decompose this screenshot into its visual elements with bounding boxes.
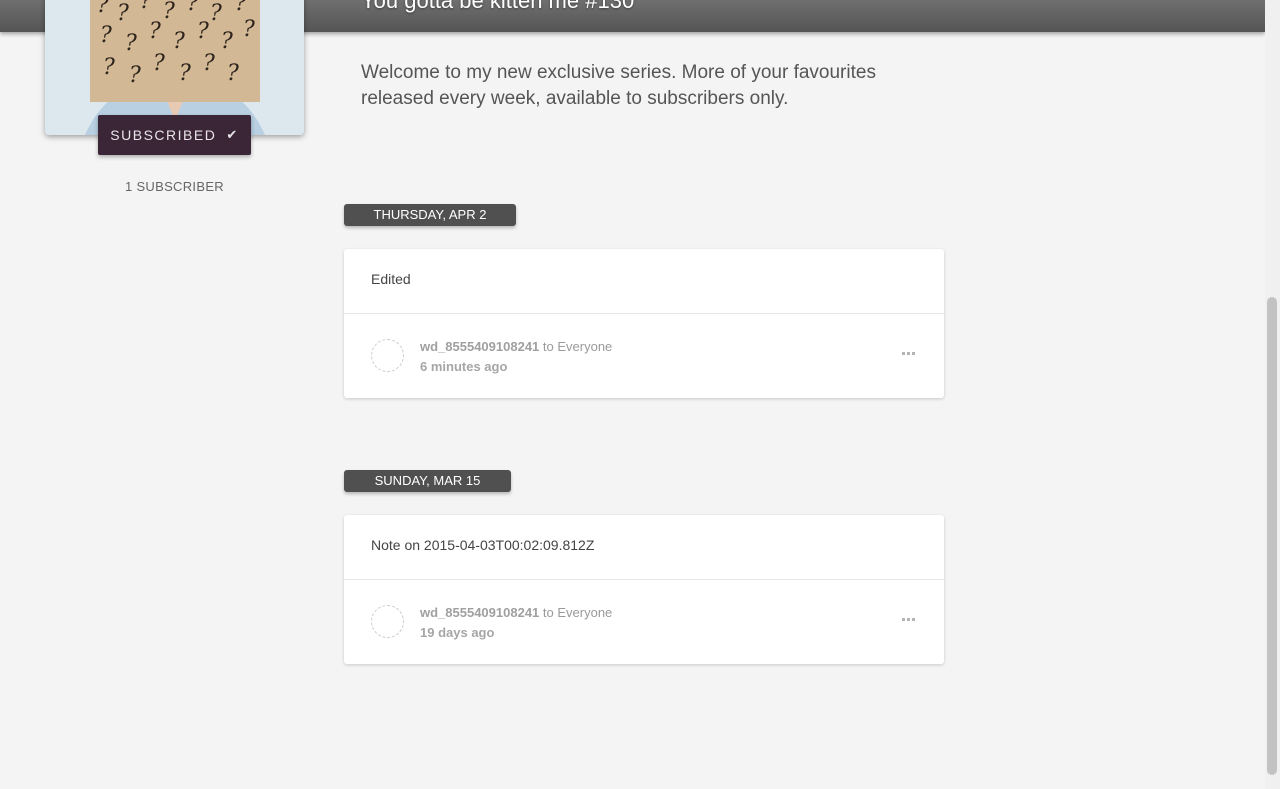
avatar[interactable] <box>371 605 404 638</box>
post-meta: wd_8555409108241 to Everyone 19 days ago <box>420 603 612 643</box>
post-author[interactable]: wd_8555409108241 <box>420 339 539 354</box>
divider <box>344 313 944 314</box>
post-timestamp: 19 days ago <box>420 625 495 640</box>
post-audience: to Everyone <box>542 605 613 620</box>
post-audience: to Everyone <box>542 339 613 354</box>
svg-text:?: ? <box>153 51 165 76</box>
more-options-icon[interactable] <box>902 348 916 358</box>
svg-text:?: ? <box>187 0 199 16</box>
svg-text:?: ? <box>235 0 247 16</box>
post-card: Edited wd_8555409108241 to Everyone 6 mi… <box>344 249 944 398</box>
svg-text:?: ? <box>197 19 209 44</box>
more-options-icon[interactable] <box>902 614 916 624</box>
post-timestamp: 6 minutes ago <box>420 359 508 374</box>
divider <box>344 579 944 580</box>
svg-text:?: ? <box>100 23 112 48</box>
svg-text:?: ? <box>125 31 137 56</box>
svg-text:?: ? <box>117 1 129 26</box>
post-text: Edited <box>371 271 411 287</box>
svg-text:?: ? <box>103 55 115 80</box>
svg-text:?: ? <box>149 19 161 44</box>
post-author[interactable]: wd_8555409108241 <box>420 605 539 620</box>
post-text: Note on 2015-04-03T00:02:09.812Z <box>371 537 595 553</box>
check-icon: ✔ <box>226 127 239 142</box>
svg-text:?: ? <box>140 0 152 14</box>
svg-text:?: ? <box>163 0 175 24</box>
svg-text:?: ? <box>243 17 255 42</box>
svg-text:?: ? <box>203 51 215 76</box>
svg-text:?: ? <box>227 61 239 86</box>
svg-text:?: ? <box>221 29 233 54</box>
post-card: Note on 2015-04-03T00:02:09.812Z wd_8555… <box>344 515 944 664</box>
svg-text:?: ? <box>210 1 222 26</box>
subscribed-label: SUBSCRIBED <box>110 127 217 143</box>
svg-text:?: ? <box>129 63 141 88</box>
subscribed-button[interactable]: SUBSCRIBED ✔ <box>98 115 251 155</box>
avatar[interactable] <box>371 339 404 372</box>
scrollbar-thumb[interactable] <box>1267 297 1277 775</box>
svg-text:?: ? <box>179 61 191 86</box>
series-title: You gotta be kitten me #130 <box>361 0 635 13</box>
subscriber-count: 1 SUBSCRIBER <box>125 179 224 194</box>
post-meta: wd_8555409108241 to Everyone 6 minutes a… <box>420 337 612 377</box>
series-description: Welcome to my new exclusive series. More… <box>361 62 876 109</box>
svg-text:?: ? <box>97 0 109 18</box>
date-header: SUNDAY, MAR 15 <box>344 470 511 492</box>
date-header: THURSDAY, APR 2 <box>344 204 516 226</box>
svg-text:?: ? <box>173 29 185 54</box>
